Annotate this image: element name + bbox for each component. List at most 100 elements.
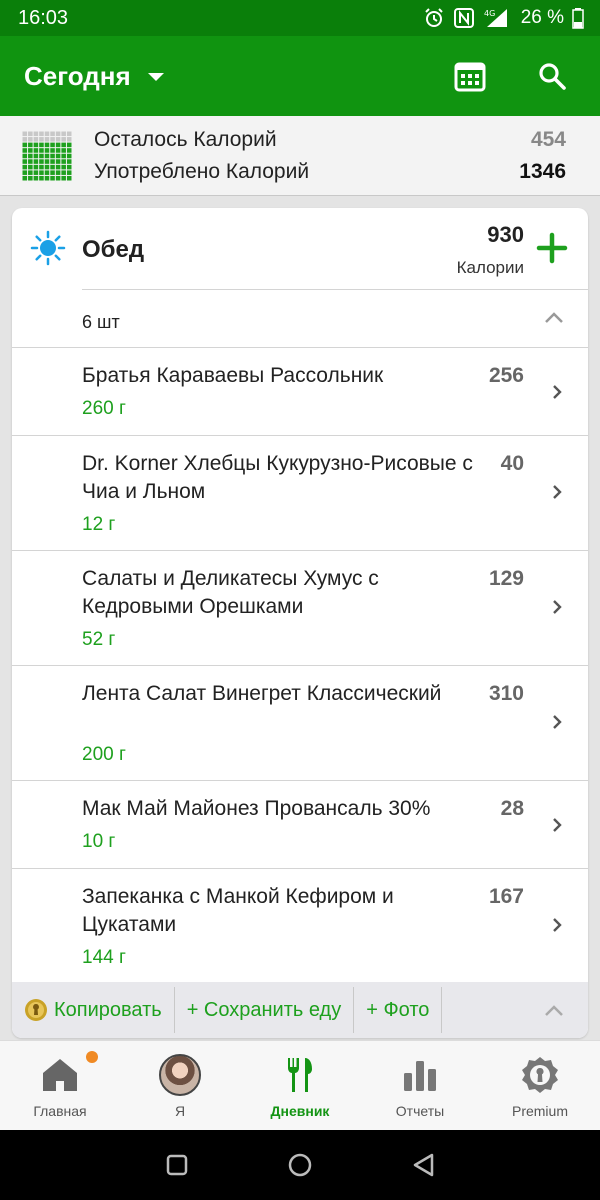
search-button[interactable] — [528, 52, 576, 100]
consumed-label: Употреблено Калорий — [94, 159, 310, 183]
bar-chart-icon — [404, 1061, 436, 1091]
home-circle-icon[interactable] — [288, 1153, 312, 1177]
bottom-navigation: Главная Я Дневник Отчеты Premium — [0, 1040, 600, 1130]
nav-diary[interactable]: Дневник — [240, 1041, 360, 1130]
app-bar: Сегодня — [0, 36, 600, 116]
progress-cell — [44, 131, 50, 136]
item-count: 6 шт — [82, 312, 120, 332]
copy-button[interactable]: Копировать — [12, 987, 175, 1033]
chevron-right-icon[interactable] — [552, 714, 562, 730]
progress-cell — [61, 164, 66, 169]
progress-cell — [39, 131, 44, 136]
food-weight: 52 г — [82, 629, 116, 650]
food-calories: 256 — [488, 364, 524, 387]
progress-cell — [33, 136, 39, 142]
progress-cell — [50, 142, 55, 147]
progress-cell — [44, 169, 50, 175]
chevron-right-icon[interactable] — [552, 384, 562, 400]
progress-cell — [66, 158, 72, 164]
save-food-button[interactable]: + Сохранить еду — [175, 987, 355, 1033]
chevron-right-icon[interactable] — [552, 484, 562, 500]
remaining-calories-row: Осталось Калорий 454 — [94, 124, 566, 156]
progress-cell — [66, 147, 72, 153]
food-item[interactable]: Братья Караваевы Рассольник 256 260 г — [12, 348, 588, 436]
progress-cell — [61, 131, 66, 136]
progress-cell — [28, 175, 33, 180]
dropdown-caret-icon[interactable] — [147, 72, 165, 82]
food-item[interactable]: Салаты и Деликатесы Хумус с Кедровыми Ор… — [12, 551, 588, 666]
nav-reports-label: Отчеты — [395, 1103, 445, 1119]
signal-4g-icon: 4G — [484, 9, 507, 27]
food-name: Салаты и Деликатесы Хумус с Кедровыми Ор… — [82, 567, 379, 618]
system-navigation-bar — [0, 1130, 600, 1200]
meal-header[interactable]: Обед 930 Калории — [12, 208, 588, 290]
notification-dot — [86, 1051, 98, 1063]
nav-premium[interactable]: Premium — [480, 1041, 600, 1130]
calendar-button[interactable] — [446, 52, 494, 100]
chevron-up-icon[interactable] — [544, 310, 564, 324]
back-icon[interactable] — [412, 1153, 434, 1177]
food-name: Братья Караваевы Рассольник — [82, 364, 384, 387]
chevron-right-icon[interactable] — [552, 599, 562, 615]
premium-badge-icon — [522, 1057, 558, 1093]
battery-icon — [572, 8, 584, 29]
food-name: Запеканка с Манкой Кефиром и Цукатами — [82, 885, 394, 936]
food-item[interactable]: Dr. Korner Хлебцы Кукурузно-Рисовые с Чи… — [12, 436, 588, 551]
progress-cell — [22, 142, 28, 147]
progress-cell — [28, 147, 33, 153]
coin-icon — [25, 999, 47, 1021]
add-food-button[interactable] — [536, 232, 568, 264]
nav-me[interactable]: Я — [120, 1041, 240, 1130]
food-item[interactable]: Лента Салат Винегрет Классический 310 200 … — [12, 666, 588, 781]
progress-cell — [28, 136, 33, 142]
progress-cell — [39, 175, 44, 180]
progress-cell — [28, 169, 33, 175]
item-count-row[interactable]: 6 шт — [12, 290, 588, 348]
progress-cell — [55, 153, 61, 158]
nav-home[interactable]: Главная — [0, 1041, 120, 1130]
chevron-right-icon[interactable] — [552, 817, 562, 833]
progress-cell — [61, 153, 66, 158]
meal-title: Обед — [82, 236, 145, 263]
food-item[interactable]: Мак Май Майонез Провансаль 30% 28 10 г — [12, 781, 588, 869]
food-item[interactable]: Запеканка с Манкой Кефиром и Цукатами 167… — [12, 869, 588, 984]
food-weight: 10 г — [82, 831, 116, 852]
progress-cell — [28, 142, 33, 147]
progress-cell — [33, 169, 39, 175]
progress-cell — [61, 169, 66, 175]
consumed-calories-row: Употреблено Калорий 1346 — [94, 156, 566, 188]
progress-cell — [66, 164, 72, 169]
chevron-right-icon[interactable] — [552, 917, 562, 933]
progress-cell — [44, 175, 50, 180]
progress-cell — [50, 136, 55, 142]
progress-cell — [22, 175, 28, 180]
copy-label: Копировать — [54, 998, 162, 1021]
progress-cell — [28, 153, 33, 158]
meal-calories-label: Калории — [456, 258, 524, 277]
progress-cell — [55, 136, 61, 142]
progress-cell — [55, 175, 61, 180]
consumed-value: 1346 — [519, 159, 566, 183]
progress-cell — [66, 136, 72, 142]
progress-cell — [44, 153, 50, 158]
recents-icon[interactable] — [166, 1154, 188, 1176]
progress-cell — [22, 158, 28, 164]
photo-button[interactable]: + Фото — [354, 987, 443, 1033]
date-selector[interactable]: Сегодня — [24, 61, 131, 92]
status-time: 16:03 — [18, 6, 69, 29]
progress-cell — [61, 175, 66, 180]
calendar-icon — [454, 62, 486, 92]
progress-cell — [44, 158, 50, 164]
progress-cell — [39, 136, 44, 142]
photo-label: + Фото — [366, 998, 430, 1021]
progress-cell — [39, 153, 44, 158]
progress-cell — [33, 142, 39, 147]
progress-cell — [44, 147, 50, 153]
nav-diary-label: Дневник — [270, 1103, 330, 1119]
nav-reports[interactable]: Отчеты — [360, 1041, 480, 1130]
avatar — [159, 1054, 201, 1096]
chevron-up-icon[interactable] — [544, 1003, 564, 1017]
calorie-summary[interactable]: Осталось Калорий 454 Употреблено Калорий… — [0, 116, 600, 196]
progress-cell — [33, 147, 39, 153]
progress-cell — [44, 136, 50, 142]
